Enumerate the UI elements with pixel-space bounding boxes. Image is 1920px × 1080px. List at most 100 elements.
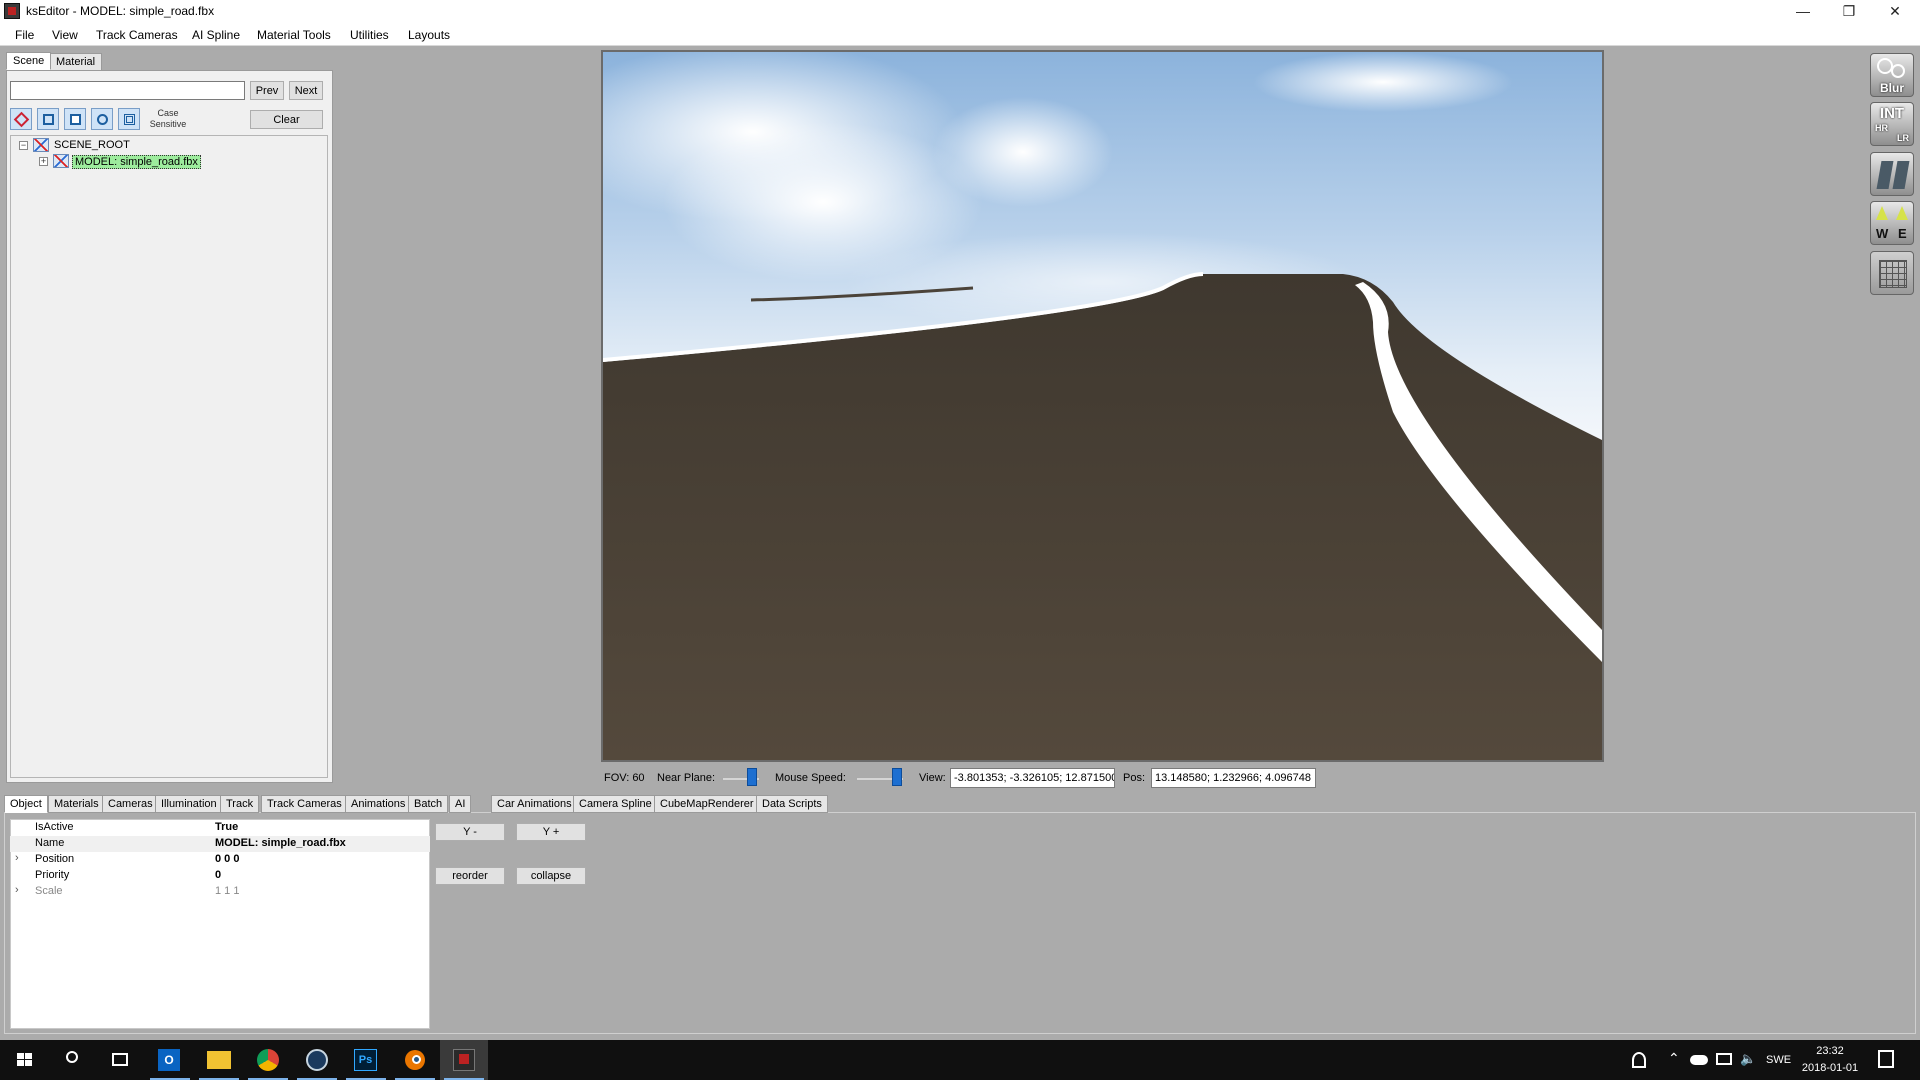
search-input[interactable] — [10, 81, 245, 100]
menu-track-cameras[interactable]: Track Cameras — [96, 28, 178, 42]
tab-car-animations[interactable]: Car Animations — [491, 795, 578, 813]
mouse-speed-slider-thumb[interactable] — [892, 768, 902, 786]
chevron-right-icon[interactable]: › — [15, 852, 19, 864]
kseditor-taskbar-button[interactable] — [440, 1040, 488, 1080]
minimize-button[interactable]: — — [1780, 0, 1826, 22]
pos-coordinates-field[interactable]: 13.148580; 1.232966; 4.096748 — [1151, 768, 1316, 788]
cloud — [1253, 52, 1513, 112]
tab-batch[interactable]: Batch — [408, 795, 449, 813]
menu-file[interactable]: File — [15, 28, 34, 42]
property-value[interactable]: True — [215, 821, 238, 833]
restore-button[interactable]: ❐ — [1826, 0, 1872, 22]
tab-animations[interactable]: Animations — [345, 795, 412, 813]
tab-camera-spline[interactable]: Camera Spline — [573, 795, 658, 813]
outlook-taskbar-button[interactable]: O — [146, 1040, 194, 1080]
steam-icon — [306, 1049, 328, 1071]
title-bar — [0, 0, 1920, 22]
cube-filter-icon[interactable] — [37, 108, 59, 130]
start-button[interactable] — [0, 1040, 48, 1080]
view-coordinates-field[interactable]: -3.801353; -3.326105; 12.871500 — [950, 768, 1115, 788]
menu-utilities[interactable]: Utilities — [350, 28, 389, 42]
clear-button[interactable]: Clear — [250, 110, 323, 129]
folder-icon — [207, 1051, 231, 1069]
grid-icon — [1879, 260, 1907, 288]
tab-data-scripts[interactable]: Data Scripts — [756, 795, 828, 813]
collapse-button[interactable]: collapse — [516, 867, 586, 885]
fov-readout: FOV: 60 — [604, 772, 645, 784]
grid-toggle-button[interactable] — [1870, 251, 1914, 295]
close-button[interactable]: ✕ — [1872, 0, 1918, 22]
photoshop-taskbar-button[interactable]: Ps — [342, 1040, 390, 1080]
tree-item-model[interactable]: MODEL: simple_road.fbx — [72, 155, 201, 169]
near-plane-slider-thumb[interactable] — [747, 768, 757, 786]
property-value[interactable]: 1 1 1 — [215, 885, 239, 897]
steam-taskbar-button[interactable] — [293, 1040, 341, 1080]
next-button[interactable]: Next — [289, 81, 323, 100]
y-minus-button[interactable]: Y - — [435, 823, 505, 841]
task-view-button[interactable] — [96, 1040, 144, 1080]
property-value[interactable]: 0 — [215, 869, 221, 881]
sphere-filter-icon[interactable] — [91, 108, 113, 130]
interior-toggle-button[interactable]: INT HR LR — [1870, 102, 1914, 146]
file-explorer-taskbar-button[interactable] — [195, 1040, 243, 1080]
tab-material[interactable]: Material — [49, 53, 103, 71]
tab-cubemaprenderer[interactable]: CubeMapRenderer — [654, 795, 760, 813]
onedrive-icon[interactable] — [1690, 1055, 1708, 1065]
chrome-icon — [257, 1049, 279, 1071]
wiper-toggle-button[interactable] — [1870, 152, 1914, 196]
task-view-icon — [112, 1053, 128, 1066]
cube-outline-filter-icon[interactable] — [64, 108, 86, 130]
property-row[interactable]: › Scale 1 1 1 — [10, 884, 430, 900]
multi-cube-filter-icon[interactable] — [118, 108, 140, 130]
chevron-right-icon[interactable]: › — [15, 884, 19, 896]
network-icon[interactable] — [1716, 1053, 1732, 1065]
tab-track-cameras[interactable]: Track Cameras — [261, 795, 348, 813]
property-name: IsActive — [35, 821, 74, 833]
property-name: Scale — [35, 885, 63, 897]
property-value[interactable]: 0 0 0 — [215, 853, 239, 865]
tab-illumination[interactable]: Illumination — [155, 795, 223, 813]
property-row[interactable]: IsActive True — [10, 820, 430, 836]
chevron-up-icon[interactable]: ⌃ — [1668, 1050, 1680, 1067]
search-taskbar-button[interactable] — [48, 1040, 96, 1080]
blender-taskbar-button[interactable] — [391, 1040, 439, 1080]
scene-tree — [10, 135, 328, 778]
menu-material-tools[interactable]: Material Tools — [257, 28, 331, 42]
menu-layouts[interactable]: Layouts — [408, 28, 450, 42]
property-row[interactable]: Name MODEL: simple_road.fbx — [10, 836, 430, 852]
3d-viewport[interactable] — [601, 50, 1604, 762]
case-sensitive-label: Case Sensitive — [149, 108, 187, 129]
axis-filter-icon[interactable] — [10, 108, 32, 130]
tab-materials[interactable]: Materials — [48, 795, 105, 813]
clock-time[interactable]: 23:32 — [1800, 1045, 1860, 1057]
reorder-button[interactable]: reorder — [435, 867, 505, 885]
wheel-effects-toggle-button[interactable]: W E — [1870, 201, 1914, 245]
mouse-speed-label: Mouse Speed: — [775, 772, 846, 784]
prev-button[interactable]: Prev — [250, 81, 284, 100]
tree-expand-toggle[interactable]: + — [39, 157, 48, 166]
tree-item-scene-root[interactable]: SCENE_ROOT — [54, 139, 130, 151]
property-name: Priority — [35, 869, 70, 881]
window-title: ksEditor - MODEL: simple_road.fbx — [26, 4, 215, 18]
tab-cameras[interactable]: Cameras — [102, 795, 159, 813]
property-row[interactable]: Priority 0 — [10, 868, 430, 884]
window-pane-icon — [1876, 161, 1894, 189]
property-row[interactable]: › Position 0 0 0 — [10, 852, 430, 868]
blur-toggle-button[interactable]: Blur — [1870, 53, 1914, 97]
tab-ai[interactable]: AI — [449, 795, 472, 813]
menu-ai-spline[interactable]: AI Spline — [192, 28, 240, 42]
property-value[interactable]: MODEL: simple_road.fbx — [215, 837, 346, 849]
chrome-taskbar-button[interactable] — [244, 1040, 292, 1080]
volume-icon[interactable]: 🔈 — [1740, 1051, 1756, 1067]
scene-node-icon — [33, 138, 49, 152]
notifications-icon[interactable] — [1878, 1050, 1894, 1068]
menu-view[interactable]: View — [52, 28, 78, 42]
tree-collapse-toggle[interactable]: − — [19, 141, 28, 150]
y-plus-button[interactable]: Y + — [516, 823, 586, 841]
tab-scene[interactable]: Scene — [6, 52, 52, 70]
people-icon[interactable] — [1632, 1052, 1646, 1068]
tab-track[interactable]: Track — [220, 795, 260, 813]
tab-object[interactable]: Object — [4, 795, 48, 813]
clock-date[interactable]: 2018-01-01 — [1800, 1062, 1860, 1074]
language-indicator[interactable]: SWE — [1766, 1054, 1791, 1066]
